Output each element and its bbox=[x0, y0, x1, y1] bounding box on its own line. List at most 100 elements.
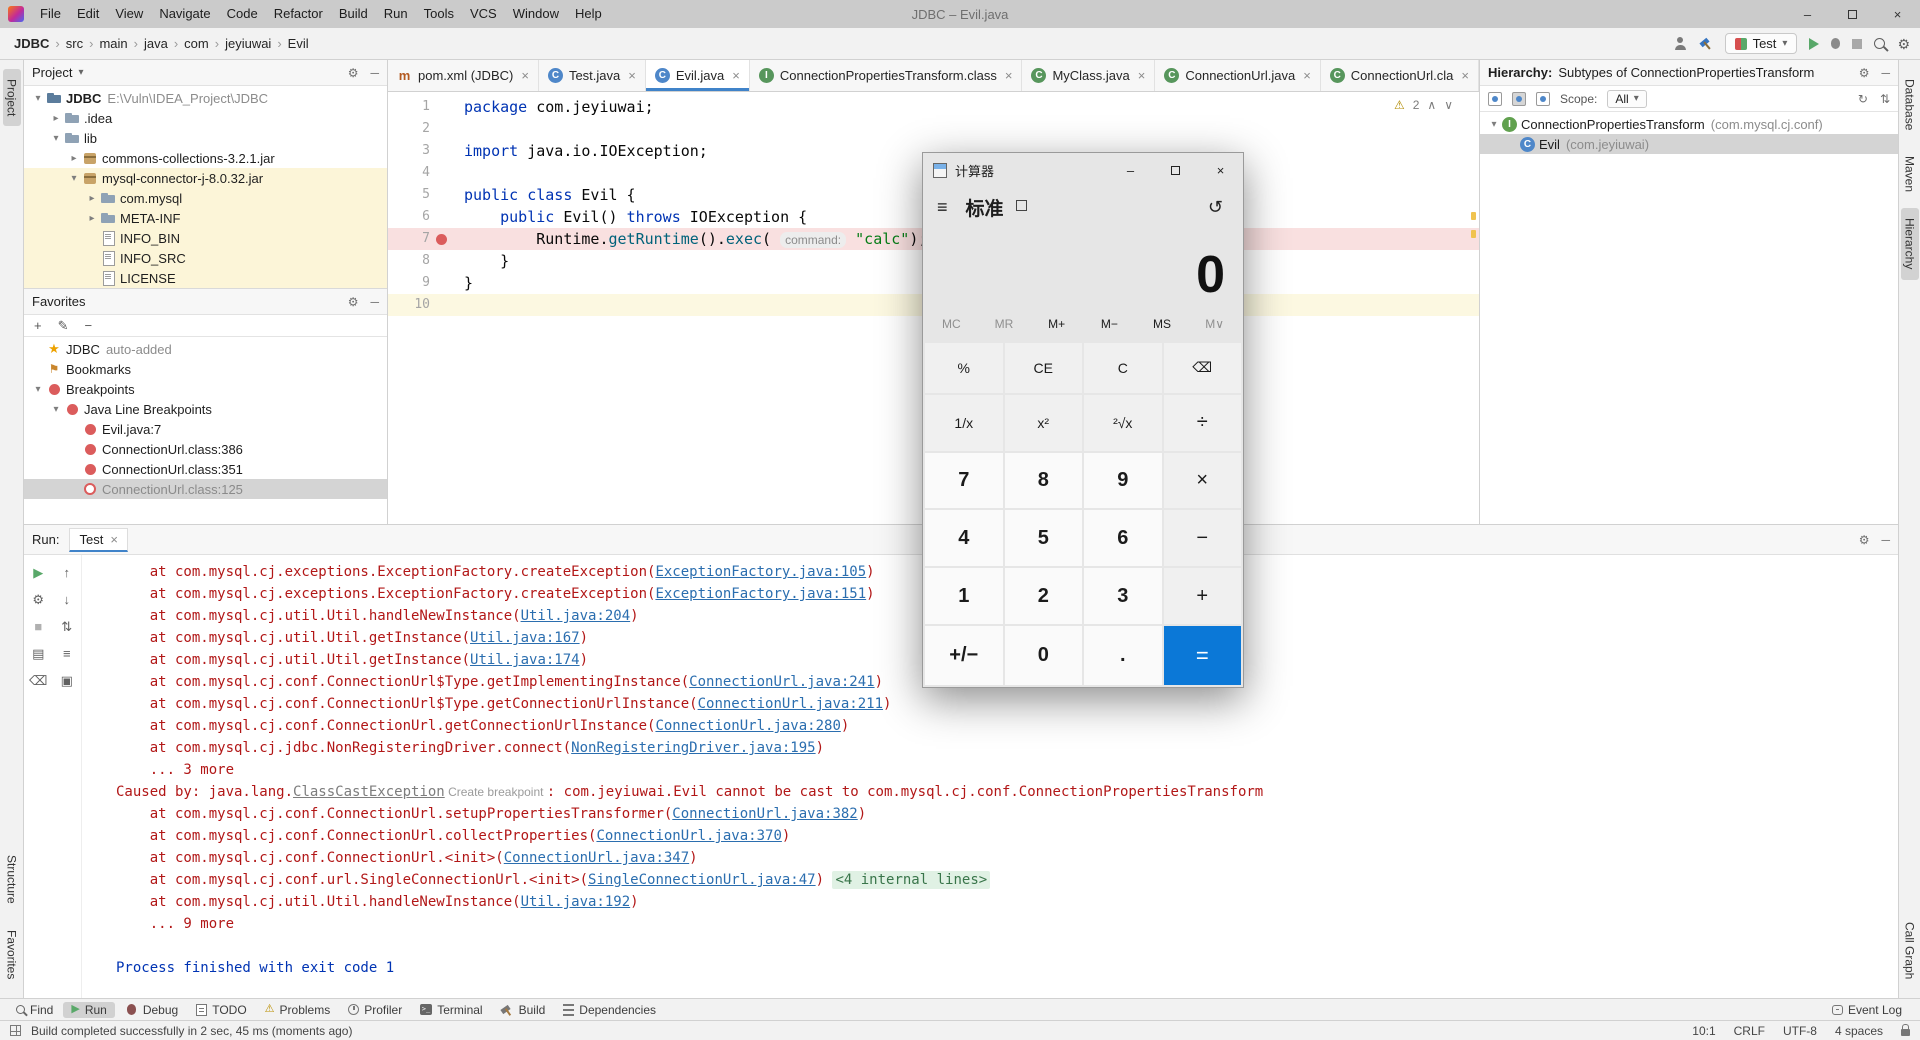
tool-button-structure[interactable]: Structure bbox=[3, 845, 21, 914]
chevron-expanded-icon[interactable]: ▾ bbox=[48, 133, 64, 144]
dump-threads-icon[interactable]: ▤ bbox=[32, 646, 44, 662]
favorites-tree-item-connectionurl-class-351[interactable]: ConnectionUrl.class:351 bbox=[24, 459, 387, 479]
run-tab-test[interactable]: Test × bbox=[69, 528, 127, 552]
sort-hierarchy-icon[interactable]: ⇅ bbox=[1880, 92, 1890, 106]
calc-key-k0[interactable]: % bbox=[925, 343, 1003, 393]
chevron-expanded-icon[interactable]: ▾ bbox=[48, 404, 64, 415]
menu-edit[interactable]: Edit bbox=[69, 0, 107, 28]
project-tree-item-mysql-connector-j-8-0-32-jar[interactable]: ▾mysql-connector-j-8.0.32.jar bbox=[24, 168, 387, 188]
hide-favorites-panel-icon[interactable]: ─ bbox=[370, 295, 379, 309]
stack-trace-link[interactable]: Util.java:167 bbox=[470, 630, 580, 646]
more-options-icon[interactable]: ≡ bbox=[63, 646, 71, 661]
calc-key-k22[interactable]: . bbox=[1084, 626, 1162, 685]
calc-key-x[interactable]: ²√x bbox=[1084, 395, 1162, 451]
favorites-tree-item-breakpoints[interactable]: ▾Breakpoints bbox=[24, 379, 387, 399]
menu-vcs[interactable]: VCS bbox=[462, 0, 505, 28]
calc-maximize-button[interactable] bbox=[1153, 153, 1198, 187]
indent-style[interactable]: 4 spaces bbox=[1835, 1024, 1883, 1038]
stack-trace-link[interactable]: Util.java:204 bbox=[521, 608, 631, 624]
tool-button-run[interactable]: ▶Run bbox=[63, 1002, 114, 1018]
debug-button[interactable] bbox=[1831, 38, 1840, 49]
calc-key-x[interactable]: x² bbox=[1005, 395, 1083, 451]
build-hammer-icon[interactable] bbox=[1699, 37, 1713, 51]
editor-tab-myclass-java[interactable]: CMyClass.java× bbox=[1022, 60, 1155, 91]
breadcrumb-item-jeyiuwai[interactable]: jeyiuwai bbox=[221, 34, 275, 53]
pin-tab-icon[interactable]: ▣ bbox=[61, 673, 73, 689]
favorites-tree-item-connectionurl-class-125[interactable]: ConnectionUrl.class:125 bbox=[24, 479, 387, 499]
project-settings-icon[interactable]: ⚙ bbox=[348, 66, 359, 80]
stack-trace-link[interactable]: ConnectionUrl.java:211 bbox=[698, 696, 883, 712]
exception-class-link[interactable]: ClassCastException bbox=[293, 784, 445, 800]
calc-key-8[interactable]: 8 bbox=[1005, 453, 1083, 509]
hamburger-menu-icon[interactable]: ≡ bbox=[931, 197, 954, 218]
breadcrumb-item-java[interactable]: java bbox=[140, 34, 172, 53]
project-tree-item-info-bin[interactable]: INFO_BIN bbox=[24, 228, 387, 248]
tool-button-terminal[interactable]: Terminal bbox=[412, 1002, 490, 1018]
favorites-tree-item-connectionurl-class-386[interactable]: ConnectionUrl.class:386 bbox=[24, 439, 387, 459]
menu-navigate[interactable]: Navigate bbox=[151, 0, 218, 28]
editor-tab-test-java[interactable]: CTest.java× bbox=[539, 60, 646, 91]
chevron-collapsed-icon[interactable]: ▸ bbox=[66, 153, 82, 164]
stack-trace-link[interactable]: Util.java:174 bbox=[470, 652, 580, 668]
history-icon[interactable]: ↺ bbox=[1208, 197, 1235, 218]
tab-close-icon[interactable]: × bbox=[1005, 68, 1013, 83]
tool-button-debug[interactable]: Debug bbox=[117, 1002, 186, 1018]
project-tree-item-com-mysql[interactable]: ▸com.mysql bbox=[24, 188, 387, 208]
tool-button-todo[interactable]: TODO bbox=[188, 1002, 254, 1018]
tab-close-icon[interactable]: × bbox=[1138, 68, 1146, 83]
favorites-tree-item-java-line-breakpoints[interactable]: ▾Java Line Breakpoints bbox=[24, 399, 387, 419]
run-button[interactable] bbox=[1809, 38, 1819, 50]
breadcrumb-item-com[interactable]: com bbox=[180, 34, 213, 53]
tool-button-profiler[interactable]: Profiler bbox=[340, 1002, 410, 1018]
favorites-tree-item-evil-java-7[interactable]: Evil.java:7 bbox=[24, 419, 387, 439]
tool-button-project[interactable]: Project bbox=[3, 69, 21, 126]
calc-key-k23[interactable]: = bbox=[1164, 626, 1242, 685]
keep-on-top-icon[interactable] bbox=[1016, 200, 1027, 211]
tool-window-switcher-icon[interactable] bbox=[10, 1025, 21, 1036]
run-configuration-icon[interactable]: ⚙ bbox=[32, 592, 44, 608]
calc-key-k15[interactable]: − bbox=[1164, 510, 1242, 566]
tool-button-event-log[interactable]: Event Log bbox=[1824, 1002, 1910, 1018]
editor-tab-connectionpropertiestransform-class[interactable]: IConnectionPropertiesTransform.class× bbox=[750, 60, 1023, 91]
editor-tab-pom-xml-jdbc[interactable]: mpom.xml (JDBC)× bbox=[388, 60, 539, 91]
tool-button-find[interactable]: Find bbox=[8, 1002, 61, 1018]
file-encoding[interactable]: UTF-8 bbox=[1783, 1024, 1817, 1038]
calc-key-1-x[interactable]: 1/x bbox=[925, 395, 1003, 451]
calc-key-7[interactable]: 7 bbox=[925, 453, 1003, 509]
lock-icon[interactable] bbox=[1901, 1029, 1910, 1036]
stack-trace-link[interactable]: SingleConnectionUrl.java:47 bbox=[588, 872, 816, 888]
stack-trace-link[interactable]: ConnectionUrl.java:370 bbox=[596, 828, 781, 844]
rerun-icon[interactable]: ▶ bbox=[33, 565, 43, 581]
next-issue-icon[interactable]: ∨ bbox=[1444, 98, 1453, 112]
stack-trace-link[interactable]: ConnectionUrl.java:241 bbox=[689, 674, 874, 690]
menu-file[interactable]: File bbox=[32, 0, 69, 28]
line-separator[interactable]: CRLF bbox=[1734, 1024, 1765, 1038]
calc-key-3[interactable]: 3 bbox=[1084, 568, 1162, 624]
menu-help[interactable]: Help bbox=[567, 0, 610, 28]
calc-key-k7[interactable]: ÷ bbox=[1164, 395, 1242, 451]
tool-button-maven[interactable]: Maven bbox=[1901, 146, 1919, 202]
menu-refactor[interactable]: Refactor bbox=[266, 0, 331, 28]
maximize-button[interactable] bbox=[1830, 0, 1875, 28]
run-config-selector[interactable]: Test ▾ bbox=[1725, 33, 1798, 54]
favorites-tree-item-jdbc[interactable]: ★JDBCauto-added bbox=[24, 339, 387, 359]
minimize-button[interactable]: – bbox=[1785, 0, 1830, 28]
scroll-up-icon[interactable]: ↑ bbox=[64, 565, 71, 580]
calc-key-k11[interactable]: × bbox=[1164, 453, 1242, 509]
calc-key-4[interactable]: 4 bbox=[925, 510, 1003, 566]
memory-button-m[interactable]: M∨ bbox=[1188, 309, 1241, 339]
tool-button-dependencies[interactable]: Dependencies bbox=[555, 1002, 664, 1018]
tool-button-call-graph[interactable]: Call Graph bbox=[1901, 912, 1919, 989]
breadcrumb-item-jdbc[interactable]: JDBC bbox=[10, 34, 53, 53]
tab-close-icon[interactable]: × bbox=[1461, 68, 1469, 83]
search-everywhere-icon[interactable] bbox=[1874, 38, 1885, 49]
folded-lines-badge[interactable]: <4 internal lines> bbox=[832, 871, 990, 889]
calc-key-9[interactable]: 9 bbox=[1084, 453, 1162, 509]
breakpoint-icon[interactable] bbox=[430, 234, 452, 245]
stop-icon[interactable]: ■ bbox=[34, 619, 42, 634]
menu-code[interactable]: Code bbox=[219, 0, 266, 28]
calc-key-c[interactable]: C bbox=[1084, 343, 1162, 393]
chevron-expanded-icon[interactable]: ▾ bbox=[30, 93, 46, 104]
edit-favorite-icon[interactable]: ✎ bbox=[58, 318, 69, 334]
hierarchy-tree-item-connectionpropertiestransform[interactable]: ▾IConnectionPropertiesTransform(com.mysq… bbox=[1480, 114, 1898, 134]
